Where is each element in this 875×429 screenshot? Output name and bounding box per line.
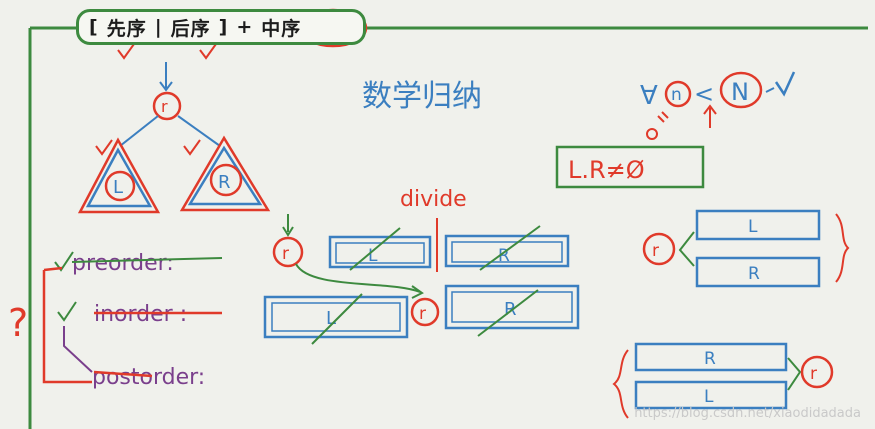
inorder-label: inorder : bbox=[94, 302, 187, 327]
watermark: https://blog.csdn.net/xiaodidadada bbox=[634, 406, 861, 421]
bottom-root-label: r bbox=[810, 364, 817, 384]
N-label: N bbox=[731, 78, 749, 106]
preorder-root-label: r bbox=[282, 244, 289, 264]
postorder-label: postorder: bbox=[92, 365, 205, 390]
title-separator: | bbox=[154, 16, 163, 38]
side-L-block bbox=[695, 209, 821, 241]
title-postorder: 后序 bbox=[170, 17, 211, 40]
inorder-root-label: r bbox=[419, 304, 426, 324]
inorder-R-label: R bbox=[504, 299, 517, 320]
induction-title: 数学归纳 bbox=[362, 79, 482, 114]
check-right-subtree bbox=[183, 139, 201, 156]
forall-symbol: ∀ bbox=[640, 81, 658, 111]
side-root-circle bbox=[642, 232, 676, 266]
check-inorder-row bbox=[57, 301, 77, 322]
purple-link bbox=[63, 326, 93, 373]
whiteboard-canvas: r L R 数学归纳 ∀ n < N L.R≠Ø divide preorder… bbox=[0, 0, 875, 429]
divide-label: divide bbox=[400, 187, 467, 212]
move-root-head bbox=[411, 285, 424, 299]
title-bracket-close: ] bbox=[218, 16, 229, 38]
bottom-brace bbox=[612, 349, 629, 419]
condition-text: L.R≠Ø bbox=[568, 156, 645, 184]
bottom-fork bbox=[787, 357, 802, 391]
n-equals-mark bbox=[657, 111, 669, 123]
title-plus: + bbox=[236, 16, 254, 38]
side-fork bbox=[678, 231, 695, 267]
induction-check bbox=[774, 71, 796, 97]
preorder-label: preorder: bbox=[72, 251, 174, 276]
left-branch bbox=[119, 115, 159, 147]
title-bracket-open: [ bbox=[89, 16, 99, 38]
n-label: n bbox=[671, 85, 682, 105]
N-tail bbox=[765, 87, 775, 93]
root-node-label: r bbox=[161, 97, 168, 116]
check-preorder bbox=[117, 43, 135, 60]
whiteboard-drawing: r L R 数学归纳 ∀ n < N L.R≠Ø divide preorder… bbox=[8, 8, 868, 429]
bottom-root-circle bbox=[800, 355, 834, 389]
title-box: [ 先序 | 后序 ] + 中序 bbox=[76, 9, 366, 45]
question-mark: ? bbox=[8, 301, 28, 345]
title-preorder: 先序 bbox=[106, 17, 147, 40]
side-root-label: r bbox=[652, 241, 659, 261]
less-than: < bbox=[694, 80, 714, 108]
check-left-subtree bbox=[95, 139, 113, 156]
check-postorder bbox=[199, 43, 217, 60]
side-R-label: R bbox=[748, 264, 760, 284]
side-brace bbox=[835, 213, 850, 283]
title-inorder: 中序 bbox=[261, 17, 302, 40]
left-subtree-label: L bbox=[113, 177, 123, 198]
right-subtree-label: R bbox=[218, 172, 231, 193]
bottom-L-label: L bbox=[704, 387, 714, 407]
zero-mark bbox=[646, 128, 658, 140]
bottom-R-label: R bbox=[704, 349, 716, 369]
preorder-R-strike bbox=[479, 225, 541, 271]
side-L-label: L bbox=[748, 217, 758, 237]
